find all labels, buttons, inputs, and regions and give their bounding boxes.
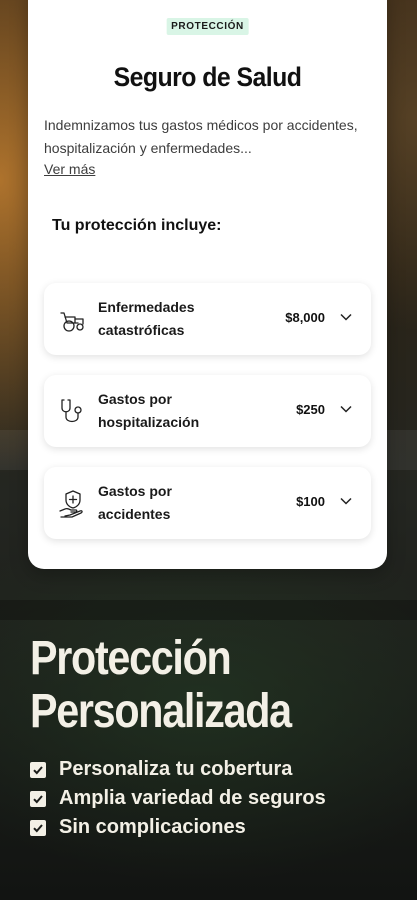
shield-hand-icon [58,489,88,519]
card-title: Seguro de Salud [113,62,302,92]
coverage-label: Gastos por accidentes [98,483,172,522]
feature-item: Personaliza tu cobertura [30,755,326,784]
see-more-link[interactable]: Ver más [44,161,95,177]
coverage-label: Enfermedades catastróficas [98,299,195,338]
coverage-item-catastrophic[interactable]: Enfermedades catastróficas $8,000 [44,283,371,355]
feature-item: Sin complicaciones [30,813,326,842]
promo-title-line2: Personalizada [30,685,292,738]
feature-list: Personaliza tu cobertura Amplia variedad… [30,755,326,842]
feature-text: Sin complicaciones [59,816,246,838]
feature-text: Personaliza tu cobertura [59,758,293,780]
checkbox-checked-icon [30,819,46,836]
feature-text: Amplia variedad de seguros [59,787,326,809]
card-description: Indemnizamos tus gastos médicos por acci… [44,117,358,156]
chevron-down-icon[interactable] [339,402,353,416]
chevron-down-icon[interactable] [339,310,353,324]
coverage-item-hospitalization[interactable]: Gastos por hospitalización $250 [44,375,371,447]
promo-title-line1: Protección [30,632,232,685]
coverage-price: $100 [296,494,325,509]
category-badge: PROTECCIÓN [166,18,249,35]
feature-item: Amplia variedad de seguros [30,784,326,813]
coverage-label: Gastos por hospitalización [98,391,200,430]
insurance-card: PROTECCIÓN Seguro de Salud Indemnizamos … [28,0,387,569]
wheelchair-icon [58,305,88,335]
includes-title: Tu protección incluye: [52,217,222,234]
checkbox-checked-icon [30,790,46,807]
coverage-price: $8,000 [285,310,325,325]
promo-title: Protección Personalizada [30,632,357,738]
coverage-item-accidents[interactable]: Gastos por accidentes $100 [44,467,371,539]
coverage-price: $250 [296,402,325,417]
checkbox-checked-icon [30,761,46,778]
background-band-dark [0,600,417,620]
chevron-down-icon[interactable] [339,494,353,508]
stethoscope-icon [58,397,88,427]
